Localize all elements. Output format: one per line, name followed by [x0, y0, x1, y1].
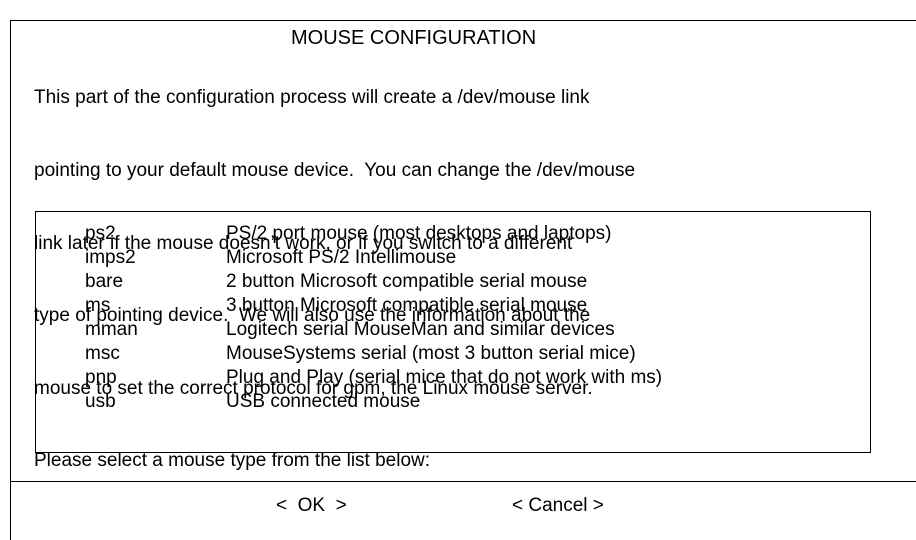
list-item-imps2[interactable]: imps2 Microsoft PS/2 Intellimouse	[36, 246, 870, 270]
mouse-type-description: PS/2 port mouse (most desktops and lapto…	[226, 223, 612, 244]
mouse-type-list[interactable]: ps2 PS/2 port mouse (most desktops and l…	[35, 211, 871, 453]
mouse-type-code: bare	[85, 271, 124, 292]
mouse-type-description: Microsoft PS/2 Intellimouse	[226, 247, 457, 268]
description-line: This part of the configuration process w…	[34, 87, 590, 109]
list-item-bare[interactable]: bare 2 button Microsoft compatible seria…	[36, 270, 870, 294]
description-line: pointing to your default mouse device. Y…	[34, 160, 636, 181]
mouse-type-code: msc	[85, 343, 120, 364]
mouse-type-code: ms	[85, 295, 111, 316]
list-item-mman[interactable]: mman Logitech serial MouseMan and simila…	[36, 318, 870, 342]
mouse-type-code: ps2	[85, 223, 116, 244]
mouse-type-code: pnp	[85, 367, 117, 388]
list-item-ps2[interactable]: ps2 PS/2 port mouse (most desktops and l…	[36, 222, 870, 246]
cancel-button[interactable]: < Cancel >	[512, 494, 604, 518]
mouse-type-code: mman	[85, 319, 138, 340]
mouse-type-description: Plug and Play (serial mice that do not w…	[226, 367, 663, 388]
mouse-type-description: USB connected mouse	[226, 391, 421, 412]
ok-button[interactable]: < OK >	[276, 494, 347, 518]
mouse-type-description: 2 button Microsoft compatible serial mou…	[226, 271, 588, 292]
mouse-type-description: MouseSystems serial (most 3 button seria…	[226, 343, 636, 364]
description-line: Please select a mouse type from the list…	[34, 450, 431, 472]
mouse-type-description: Logitech serial MouseMan and similar dev…	[226, 319, 615, 340]
list-item-usb[interactable]: usb USB connected mouse	[36, 390, 870, 414]
mouse-type-code: usb	[85, 391, 116, 412]
mouse-type-description: 3 button Microsoft compatible serial mou…	[226, 295, 588, 316]
mouse-type-code: imps2	[85, 247, 136, 268]
button-divider	[10, 481, 916, 482]
list-item-msc[interactable]: msc MouseSystems serial (most 3 button s…	[36, 342, 870, 366]
list-item-ms[interactable]: ms 3 button Microsoft compatible serial …	[36, 294, 870, 318]
list-item-pnp[interactable]: pnp Plug and Play (serial mice that do n…	[36, 366, 870, 390]
